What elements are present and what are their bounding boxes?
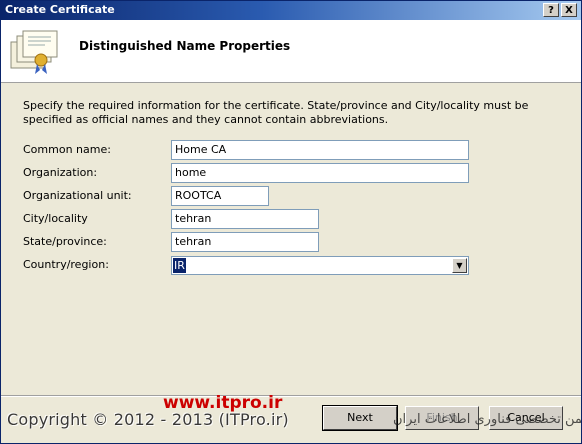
footer-divider-highlight	[1, 396, 581, 397]
next-button[interactable]: Next	[322, 405, 398, 431]
watermark-copyright: Copyright © 2012 - 2013 (ITPro.ir)	[7, 410, 289, 429]
country-select[interactable]: IR ▼	[171, 256, 469, 275]
chevron-down-icon[interactable]: ▼	[452, 258, 467, 273]
state-field[interactable]: tehran	[171, 232, 319, 252]
organizational-unit-field[interactable]: ROOTCA	[171, 186, 269, 206]
window-title: Create Certificate	[5, 3, 115, 16]
country-selected-value: IR	[172, 257, 187, 274]
state-label: State/province:	[23, 235, 107, 248]
instructions-text: Specify the required information for the…	[23, 99, 529, 126]
wizard-header: Distinguished Name Properties	[1, 20, 581, 83]
common-name-label: Common name:	[23, 143, 111, 156]
country-label: Country/region:	[23, 258, 109, 271]
organization-field[interactable]: home	[171, 163, 469, 183]
organization-label: Organization:	[23, 166, 98, 179]
help-button[interactable]: ?	[543, 3, 559, 17]
organizational-unit-label: Organizational unit:	[23, 189, 132, 202]
close-button[interactable]: X	[561, 3, 577, 17]
page-title: Distinguished Name Properties	[79, 39, 291, 53]
watermark-persian-text: انجمن تخصصی فناوری اطلاعات ایران	[393, 412, 582, 427]
city-label: City/locality	[23, 212, 88, 225]
title-bar[interactable]: Create Certificate ? X	[1, 1, 581, 20]
city-field[interactable]: tehran	[171, 209, 319, 229]
certificate-icon	[10, 30, 58, 74]
create-certificate-dialog: Create Certificate ? X Distinguished Nam…	[0, 0, 582, 444]
common-name-field[interactable]: Home CA	[171, 140, 469, 160]
